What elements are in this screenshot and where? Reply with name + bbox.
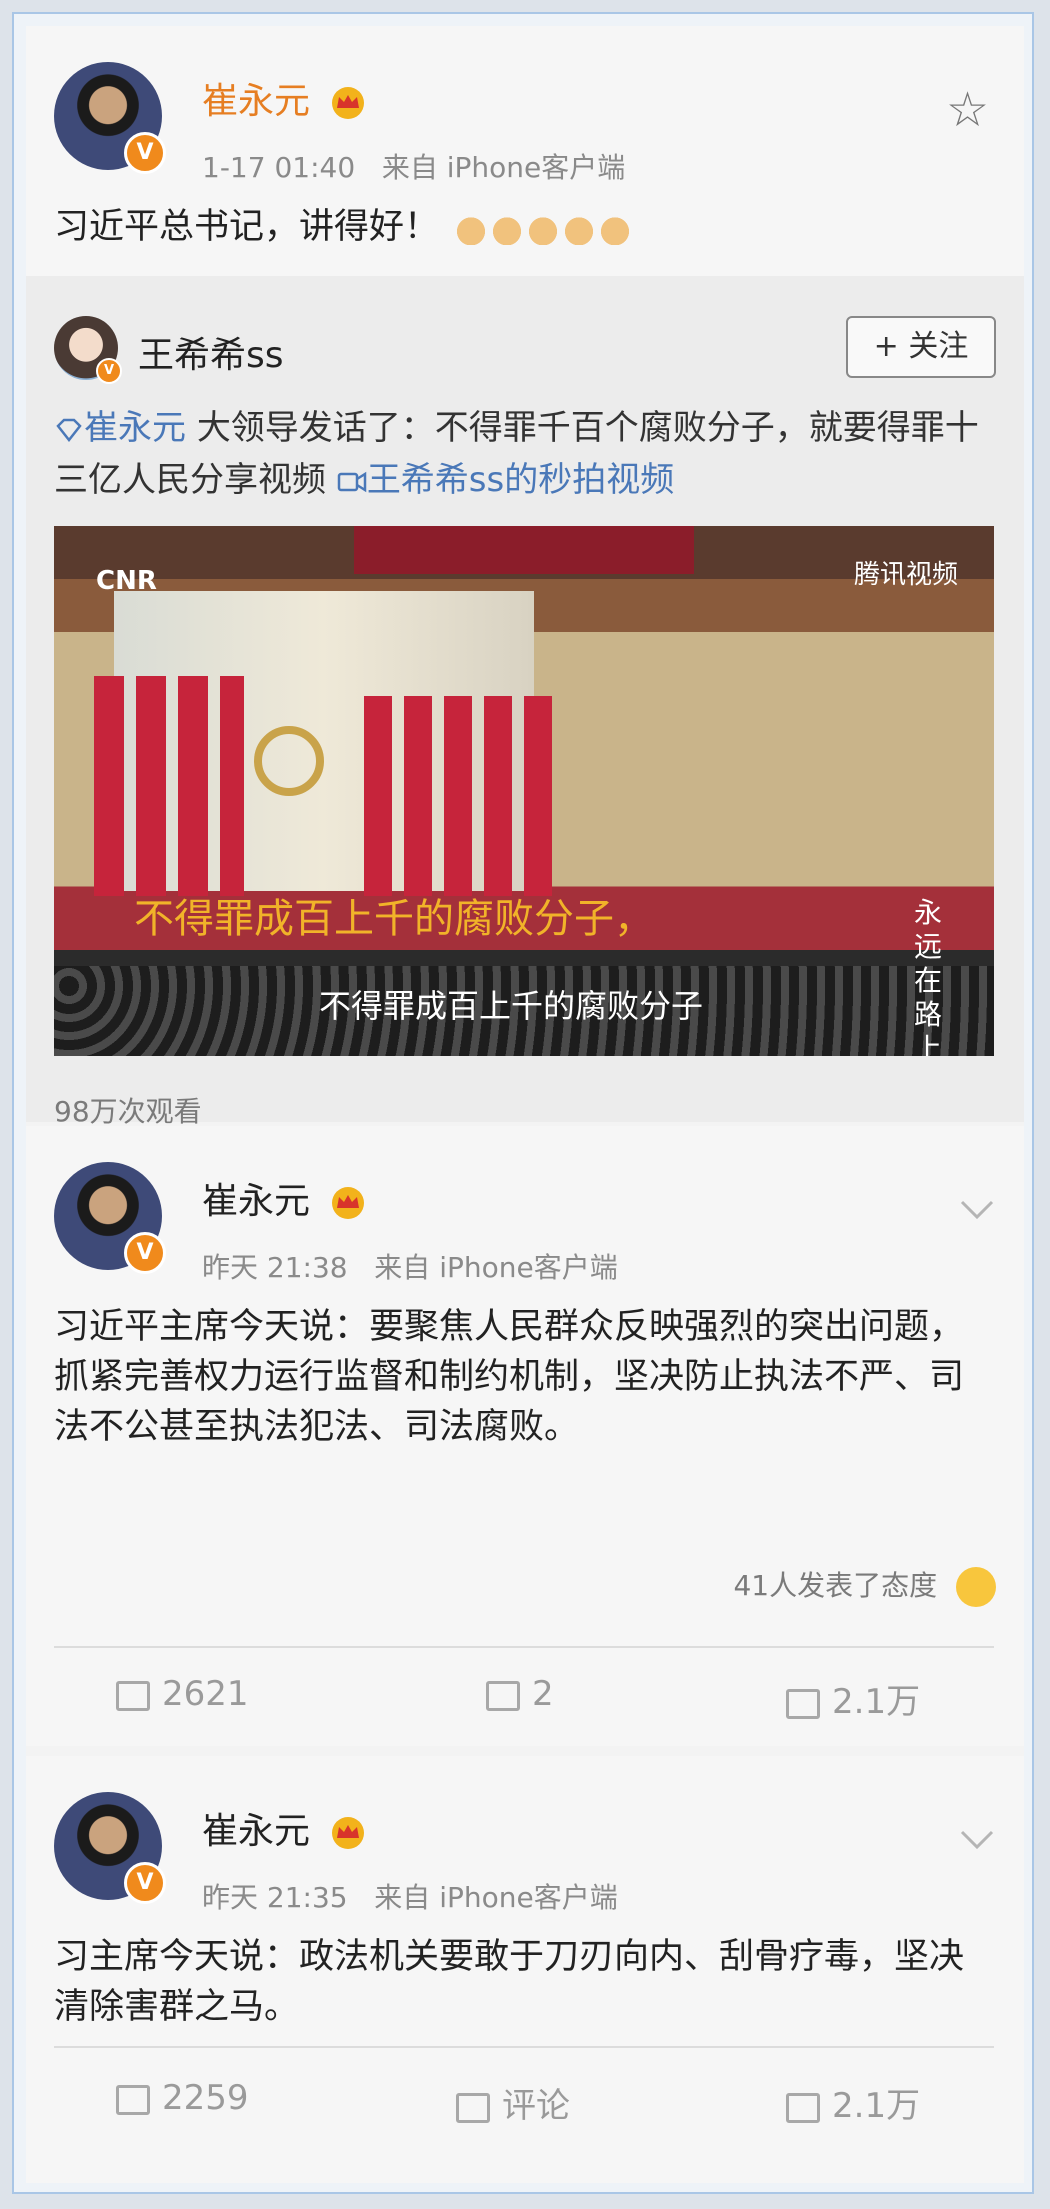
verified-badge-icon: V — [96, 358, 122, 384]
weibo-post: V 崔永元 昨天 21:35 来自 iPhone客户端 习主席今天说：政法机关要… — [26, 1756, 1024, 2183]
comment-icon — [456, 2092, 490, 2123]
share-button[interactable]: 2621 — [116, 1674, 249, 1714]
post-time: 1-17 01:40 — [202, 151, 356, 184]
post-author[interactable]: 崔永元 — [202, 1172, 367, 1224]
reaction-summary[interactable]: 41人发表了态度 — [733, 1564, 996, 1607]
author-name[interactable]: 崔永元 — [202, 81, 310, 122]
video-view-count: 98万次观看 — [54, 1095, 202, 1128]
video-flags-right — [364, 696, 554, 896]
post-actions: 2259 评论 2.1万 — [26, 2078, 1024, 2158]
mention-name[interactable]: 崔永元 — [84, 408, 186, 448]
avatar[interactable]: V — [54, 1792, 166, 1904]
post-time: 昨天 21:35 — [202, 1881, 348, 1914]
like-button[interactable]: 2.1万 — [786, 2078, 920, 2127]
video-player[interactable]: CNR 腾讯视频 不得罪成百上千的腐败分子， 永远在路上 不得罪成百上千的腐败分… — [54, 526, 994, 1056]
video-banner — [354, 526, 694, 574]
share-icon — [116, 2084, 150, 2115]
thumbs-up-icon — [528, 211, 559, 245]
post-meta: 昨天 21:35 来自 iPhone客户端 — [202, 1876, 618, 1916]
comment-count: 2 — [532, 1674, 554, 1714]
video-icon — [337, 471, 367, 492]
post-author[interactable]: 崔永元 — [202, 1802, 367, 1854]
follow-button[interactable]: + 关注 — [846, 316, 996, 378]
divider — [54, 2046, 994, 2048]
share-count: 2259 — [162, 2078, 249, 2118]
divider — [54, 1646, 994, 1648]
share-count: 2621 — [162, 1674, 249, 1714]
crown-icon — [332, 87, 365, 119]
video-side-text: 永远在路上 — [914, 896, 943, 1056]
crown-icon — [332, 1817, 365, 1849]
repost-text: 崔永元 大领导发话了：不得罪千百个腐败分子，就要得罪十三亿人民分享视频 王希希s… — [54, 402, 994, 506]
post-text: 习主席今天说：政法机关要敢于刀刃向内、刮骨疗毒，坚决清除害群之马。 — [54, 1937, 965, 2027]
comment-button[interactable]: 2 — [486, 1674, 554, 1714]
chevron-down-icon[interactable] — [960, 1830, 994, 1850]
reaction-count[interactable]: 41人发表了态度 — [733, 1569, 937, 1602]
post-author[interactable]: 崔永元 — [202, 72, 367, 124]
post-meta: 1-17 01:40 来自 iPhone客户端 — [202, 146, 625, 186]
repost-author[interactable]: 王希希ss — [138, 326, 284, 378]
share-icon — [116, 1680, 150, 1711]
post-text: 习近平总书记，讲得好！ — [54, 202, 636, 252]
video-link[interactable]: 王希希ss的秒拍视频 — [337, 460, 674, 500]
post-source: 来自 iPhone客户端 — [374, 1881, 618, 1914]
diamond-icon — [56, 418, 82, 442]
thumbs-up-icon — [564, 211, 595, 245]
tencent-video-logo: 腾讯视频 — [854, 560, 959, 590]
crown-icon — [332, 1187, 365, 1219]
author-name[interactable]: 崔永元 — [202, 1181, 310, 1222]
like-icon — [786, 1688, 820, 1719]
video-subtitle-large: 不得罪成百上千的腐败分子， — [134, 896, 654, 942]
comment-label: 评论 — [502, 2086, 570, 2126]
video-emblem — [254, 726, 324, 796]
post-time: 昨天 21:38 — [202, 1251, 348, 1284]
cnr-logo: CNR — [96, 566, 157, 596]
smile-emoji-icon — [956, 1567, 996, 1607]
share-button[interactable]: 2259 — [116, 2078, 249, 2118]
avatar[interactable]: V — [54, 62, 166, 174]
chevron-down-icon[interactable] — [960, 1200, 994, 1220]
like-count: 2.1万 — [832, 2086, 921, 2126]
comment-icon — [486, 1680, 520, 1711]
video-link-label[interactable]: 王希希ss的秒拍视频 — [367, 460, 674, 500]
post-source: 来自 iPhone客户端 — [381, 151, 626, 184]
post-text-content: 习近平总书记，讲得好！ — [54, 207, 440, 247]
repost-avatar[interactable]: V — [54, 316, 122, 384]
post-text: 习近平主席今天说：要聚焦人民群众反映强烈的突出问题，抓紧完善权力运行监督和制约机… — [54, 1307, 965, 1447]
weibo-feed: V 崔永元 1-17 01:40 来自 iPhone客户端 ☆ 习近平总书记，讲… — [26, 26, 1024, 2183]
avatar[interactable]: V — [54, 1162, 166, 1274]
weibo-post: V 崔永元 1-17 01:40 来自 iPhone客户端 ☆ 习近平总书记，讲… — [26, 26, 1024, 1128]
weibo-post: V 崔永元 昨天 21:38 来自 iPhone客户端 习近平主席今天说：要聚焦… — [26, 1126, 1024, 1746]
mention-link[interactable]: 崔永元 — [54, 408, 186, 448]
like-button[interactable]: 2.1万 — [786, 1674, 920, 1723]
post-source: 来自 iPhone客户端 — [374, 1251, 618, 1284]
video-subtitle: 不得罪成百上千的腐败分子 — [319, 987, 704, 1025]
thumbs-up-icon — [492, 211, 523, 245]
like-icon — [786, 2092, 820, 2123]
thumbs-up-icon — [600, 211, 631, 245]
favorite-star-icon[interactable]: ☆ — [946, 86, 989, 134]
verified-badge-icon: V — [124, 1862, 166, 1904]
video-flags-left — [94, 676, 244, 896]
comment-button[interactable]: 评论 — [456, 2078, 570, 2127]
like-count: 2.1万 — [832, 1682, 921, 1722]
author-name[interactable]: 崔永元 — [202, 1811, 310, 1852]
thumbs-up-emojis — [456, 202, 636, 252]
post-actions: 2621 2 2.1万 — [26, 1674, 1024, 1754]
verified-badge-icon: V — [124, 132, 166, 174]
repost-card[interactable]: V 王希希ss + 关注 崔永元 大领导发话了：不得罪千百个腐败分子，就要得罪十… — [26, 276, 1024, 1128]
thumbs-up-icon — [456, 211, 487, 245]
verified-badge-icon: V — [124, 1232, 166, 1274]
post-meta: 昨天 21:38 来自 iPhone客户端 — [202, 1246, 618, 1286]
